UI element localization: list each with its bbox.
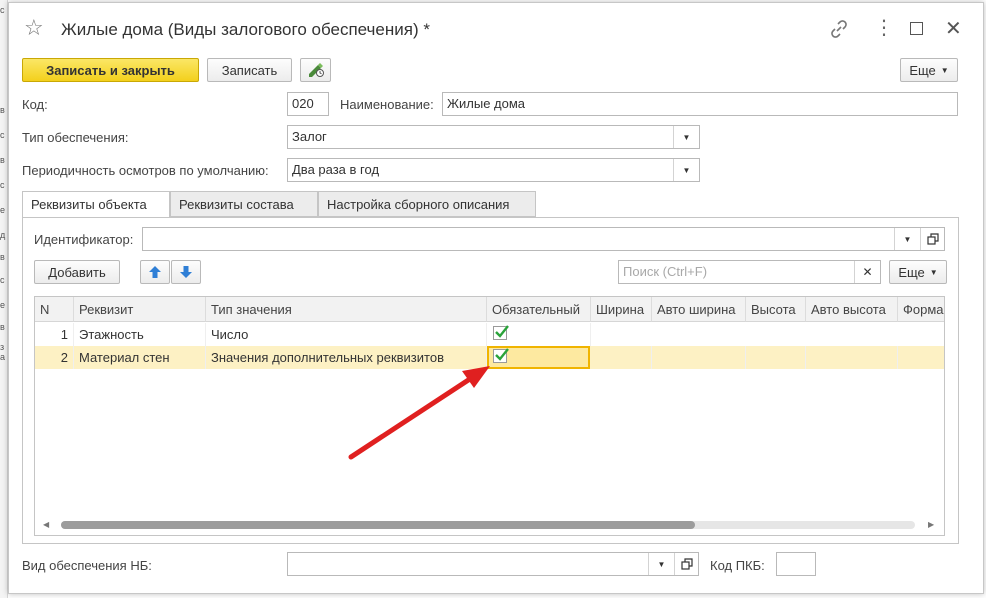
nb-label: Вид обеспечения НБ: (22, 558, 152, 573)
nb-select[interactable]: ▼ (287, 552, 699, 576)
annotation-arrow (348, 366, 490, 460)
open-icon[interactable] (674, 553, 698, 575)
pkb-field[interactable] (776, 552, 816, 576)
dropdown-arrow-icon[interactable]: ▼ (648, 553, 674, 575)
pkb-label: Код ПКБ: (710, 558, 765, 573)
